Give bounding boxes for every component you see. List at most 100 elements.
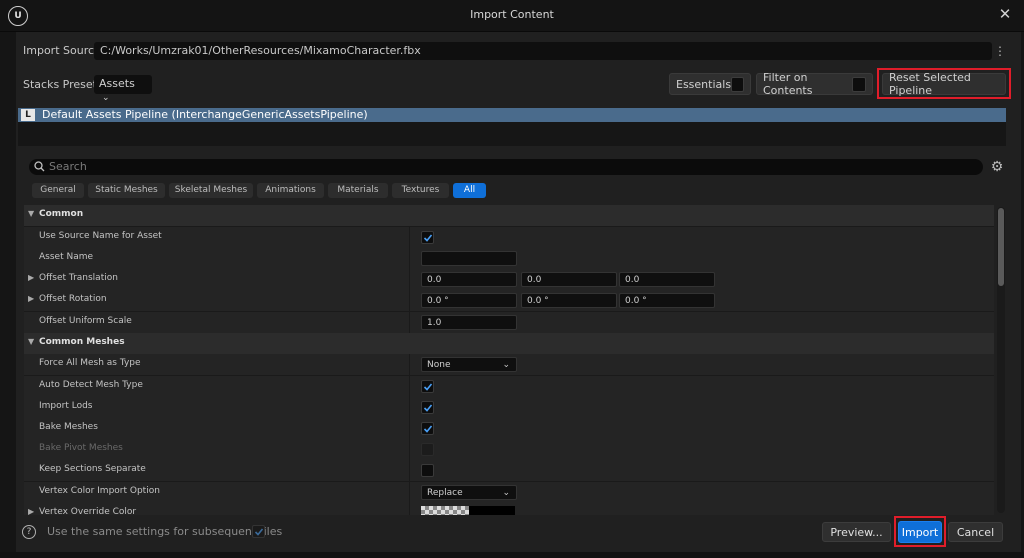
chevron-down-icon: ⌄ (502, 488, 510, 498)
tab-static-meshes[interactable]: Static Meshes (88, 183, 165, 198)
pipeline-item[interactable]: Default Assets Pipeline (InterchangeGene… (18, 108, 1006, 122)
property-label: Use Source Name for Asset (39, 231, 162, 241)
tab-general[interactable]: General (32, 183, 84, 198)
vertex-color-option-dropdown[interactable]: Replace ⌄ (421, 485, 517, 500)
tab-all[interactable]: All (453, 183, 486, 198)
import-source-path[interactable]: C:/Works/Umzrak01/OtherResources/MixamoC… (94, 42, 992, 60)
tab-skeletal-meshes[interactable]: Skeletal Meshes (169, 183, 253, 198)
offset-rotation-z[interactable]: 0.0 ° (619, 293, 715, 308)
property-label: Offset Uniform Scale (39, 316, 132, 326)
import-button[interactable]: Import (898, 521, 942, 543)
property-label: Import Lods (39, 401, 93, 411)
color-swatch-solid[interactable] (469, 506, 515, 515)
checkmark-icon (423, 425, 433, 433)
force-all-mesh-dropdown[interactable]: None ⌄ (421, 357, 517, 372)
window-title: Import Content (470, 8, 554, 21)
checkmark-icon (423, 234, 433, 242)
property-label: Vertex Override Color (39, 507, 137, 515)
filter-on-contents-label: Filter on Contents (763, 71, 813, 97)
category-common-meshes[interactable]: ▼ Common Meshes (24, 333, 994, 355)
expand-arrow-icon: ▼ (28, 337, 35, 346)
import-source-label: Import Source (23, 44, 101, 57)
property-row: Bake Meshes (24, 418, 994, 440)
property-label: Bake Meshes (39, 422, 98, 432)
bake-pivot-checkbox (421, 443, 434, 456)
stacks-preset-value: Assets (99, 77, 135, 90)
bake-meshes-checkbox[interactable] (421, 422, 434, 435)
auto-detect-checkbox[interactable] (421, 380, 434, 393)
tab-textures[interactable]: Textures (392, 183, 449, 198)
property-label: Bake Pivot Meshes (39, 443, 123, 453)
property-row: Force All Mesh as Type None ⌄ (24, 354, 994, 376)
chevron-down-icon: ⌄ (102, 93, 110, 103)
property-row: Vertex Color Import Option Replace ⌄ (24, 482, 994, 504)
property-label: Force All Mesh as Type (39, 358, 141, 368)
offset-translation-z[interactable]: 0.0 (619, 272, 715, 287)
offset-translation-x[interactable]: 0.0 (421, 272, 517, 287)
offset-rotation-y[interactable]: 0.0 ° (521, 293, 617, 308)
close-icon[interactable]: ✕ (996, 5, 1014, 23)
preview-button[interactable]: Preview... (822, 522, 891, 542)
property-label: Offset Rotation (39, 294, 107, 304)
offset-uniform-scale-input[interactable]: 1.0 (421, 315, 517, 330)
pipeline-icon: L (21, 109, 35, 121)
checkmark-icon (423, 404, 433, 412)
dropdown-value: None (427, 360, 451, 370)
essentials-checkbox[interactable] (731, 76, 744, 92)
asset-name-input[interactable] (421, 251, 517, 266)
offset-rotation-x[interactable]: 0.0 ° (421, 293, 517, 308)
help-icon[interactable]: ? (22, 525, 36, 539)
property-row: ▶ Offset Rotation 0.0 ° 0.0 ° 0.0 ° (24, 290, 994, 312)
category-label: Common Meshes (39, 337, 125, 347)
property-row: Import Lods (24, 397, 994, 419)
property-label: Auto Detect Mesh Type (39, 380, 143, 390)
expand-arrow-icon[interactable]: ▶ (28, 273, 34, 282)
tab-animations[interactable]: Animations (257, 183, 324, 198)
checkmark-icon (254, 528, 264, 536)
import-lods-checkbox[interactable] (421, 401, 434, 414)
same-settings-checkbox[interactable] (252, 525, 265, 538)
stacks-preset-dropdown[interactable]: Assets ⌄ (94, 75, 152, 103)
expand-arrow-icon: ▼ (28, 209, 35, 218)
property-row: Bake Pivot Meshes (24, 439, 994, 461)
property-label: Offset Translation (39, 273, 118, 283)
more-options-icon[interactable]: ⋮ (994, 42, 1006, 60)
essentials-label: Essentials (676, 77, 732, 91)
chevron-down-icon: ⌄ (502, 360, 510, 370)
property-label: Vertex Color Import Option (39, 486, 160, 496)
property-row: Auto Detect Mesh Type (24, 376, 994, 398)
filter-on-contents-toggle[interactable]: Filter on Contents (756, 71, 873, 97)
use-source-name-checkbox[interactable] (421, 231, 434, 244)
scrollbar-thumb[interactable] (998, 208, 1004, 286)
essentials-toggle[interactable]: Essentials (669, 73, 751, 95)
property-row: Asset Name (24, 248, 994, 270)
pipeline-list (18, 122, 1006, 146)
property-row: ▶ Offset Translation 0.0 0.0 0.0 (24, 269, 994, 291)
category-common[interactable]: ▼ Common (24, 205, 994, 227)
property-row: Keep Sections Separate (24, 460, 994, 482)
property-label: Keep Sections Separate (39, 464, 146, 474)
property-row: Use Source Name for Asset (24, 227, 994, 249)
property-row: Offset Uniform Scale 1.0 (24, 312, 994, 334)
dropdown-value: Replace (427, 488, 463, 498)
background-strip (0, 552, 1024, 558)
stacks-preset-label: Stacks Preset (23, 78, 97, 91)
offset-translation-y[interactable]: 0.0 (521, 272, 617, 287)
property-grid: ▼ Common Use Source Name for Asset Asset… (24, 205, 994, 515)
category-label: Common (39, 209, 84, 219)
search-input[interactable]: Search (29, 159, 983, 175)
search-icon (34, 161, 46, 173)
cancel-button[interactable]: Cancel (948, 522, 1003, 542)
keep-sections-checkbox[interactable] (421, 464, 434, 477)
tab-materials[interactable]: Materials (328, 183, 388, 198)
property-row: ▶ Vertex Override Color (24, 503, 994, 515)
color-swatch[interactable] (421, 506, 469, 515)
gear-icon[interactable]: ⚙ (989, 159, 1005, 175)
filter-on-contents-checkbox[interactable] (852, 76, 866, 92)
reset-selected-pipeline-button[interactable]: Reset Selected Pipeline (882, 71, 1006, 97)
checkmark-icon (423, 383, 433, 391)
same-settings-label: Use the same settings for subsequent fil… (47, 525, 283, 538)
property-label: Asset Name (39, 252, 94, 262)
expand-arrow-icon[interactable]: ▶ (28, 507, 34, 515)
expand-arrow-icon[interactable]: ▶ (28, 294, 34, 303)
